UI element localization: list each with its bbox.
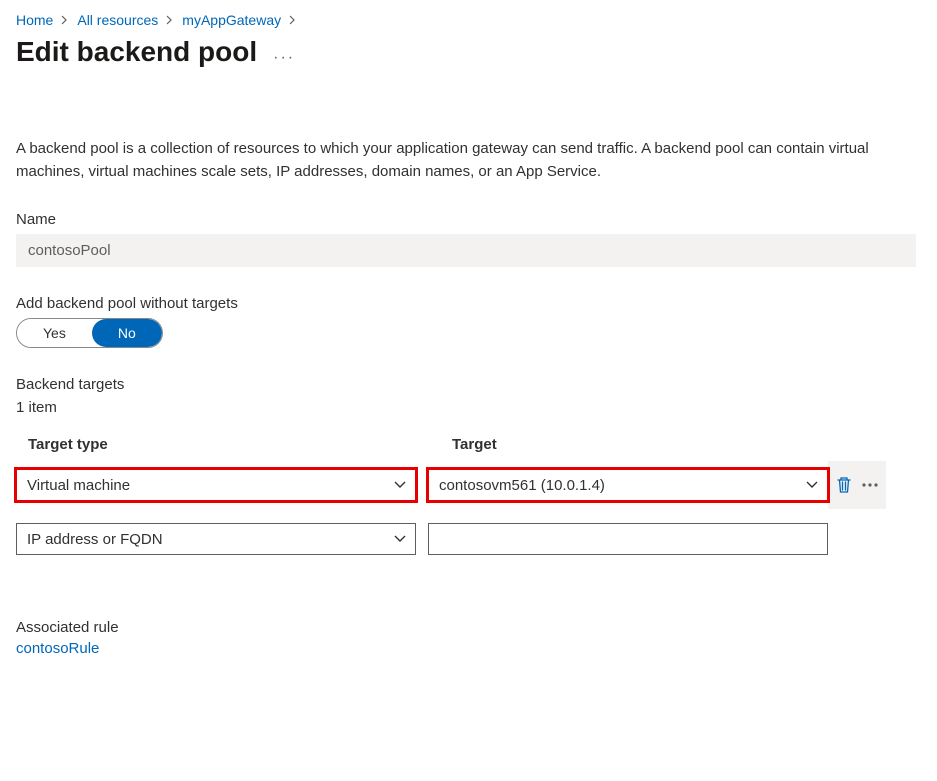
table-row: IP address or FQDN <box>16 509 916 563</box>
row-actions <box>828 461 886 509</box>
target-type-select[interactable]: Virtual machine <box>16 469 416 501</box>
col-header-target: Target <box>452 436 864 453</box>
breadcrumb-home[interactable]: Home <box>16 12 53 28</box>
chevron-down-icon <box>393 480 407 490</box>
name-field <box>16 234 916 267</box>
delete-button[interactable] <box>834 475 854 495</box>
targets-header-row: Target type Target <box>16 430 916 461</box>
col-header-type: Target type <box>28 436 440 453</box>
row-more-button[interactable] <box>860 475 880 495</box>
table-row: Virtual machine contosovm561 (10.0.1.4) <box>16 461 916 509</box>
page-title: Edit backend pool <box>16 36 257 68</box>
backend-targets-count: 1 item <box>16 399 921 416</box>
target-type-value: Virtual machine <box>27 477 130 494</box>
target-value: contosovm561 (10.0.1.4) <box>439 477 605 494</box>
toggle-yes[interactable]: Yes <box>17 319 92 347</box>
target-select[interactable]: contosovm561 (10.0.1.4) <box>428 469 828 501</box>
without-targets-toggle[interactable]: Yes No <box>16 318 163 348</box>
name-label: Name <box>16 211 921 228</box>
backend-targets-table: Target type Target Virtual machine conto… <box>16 430 916 563</box>
associated-rule-section: Associated rule contosoRule <box>16 619 921 657</box>
without-targets-label: Add backend pool without targets <box>16 295 921 312</box>
breadcrumb-all-resources[interactable]: All resources <box>77 12 158 28</box>
backend-targets-heading: Backend targets <box>16 376 921 393</box>
target-type-select[interactable]: IP address or FQDN <box>16 523 416 555</box>
more-actions-button[interactable]: ··· <box>273 49 295 67</box>
chevron-right-icon <box>289 15 297 25</box>
chevron-down-icon <box>805 480 819 490</box>
chevron-right-icon <box>61 15 69 25</box>
page-description: A backend pool is a collection of resour… <box>16 138 916 183</box>
target-input[interactable] <box>428 523 828 555</box>
chevron-down-icon <box>393 534 407 544</box>
target-type-value: IP address or FQDN <box>27 531 163 548</box>
breadcrumb: Home All resources myAppGateway <box>16 12 921 28</box>
associated-rule-label: Associated rule <box>16 619 921 636</box>
chevron-right-icon <box>166 15 174 25</box>
breadcrumb-gateway[interactable]: myAppGateway <box>182 12 281 28</box>
associated-rule-link[interactable]: contosoRule <box>16 640 99 657</box>
title-row: Edit backend pool ··· <box>16 36 921 68</box>
toggle-no[interactable]: No <box>92 319 162 347</box>
